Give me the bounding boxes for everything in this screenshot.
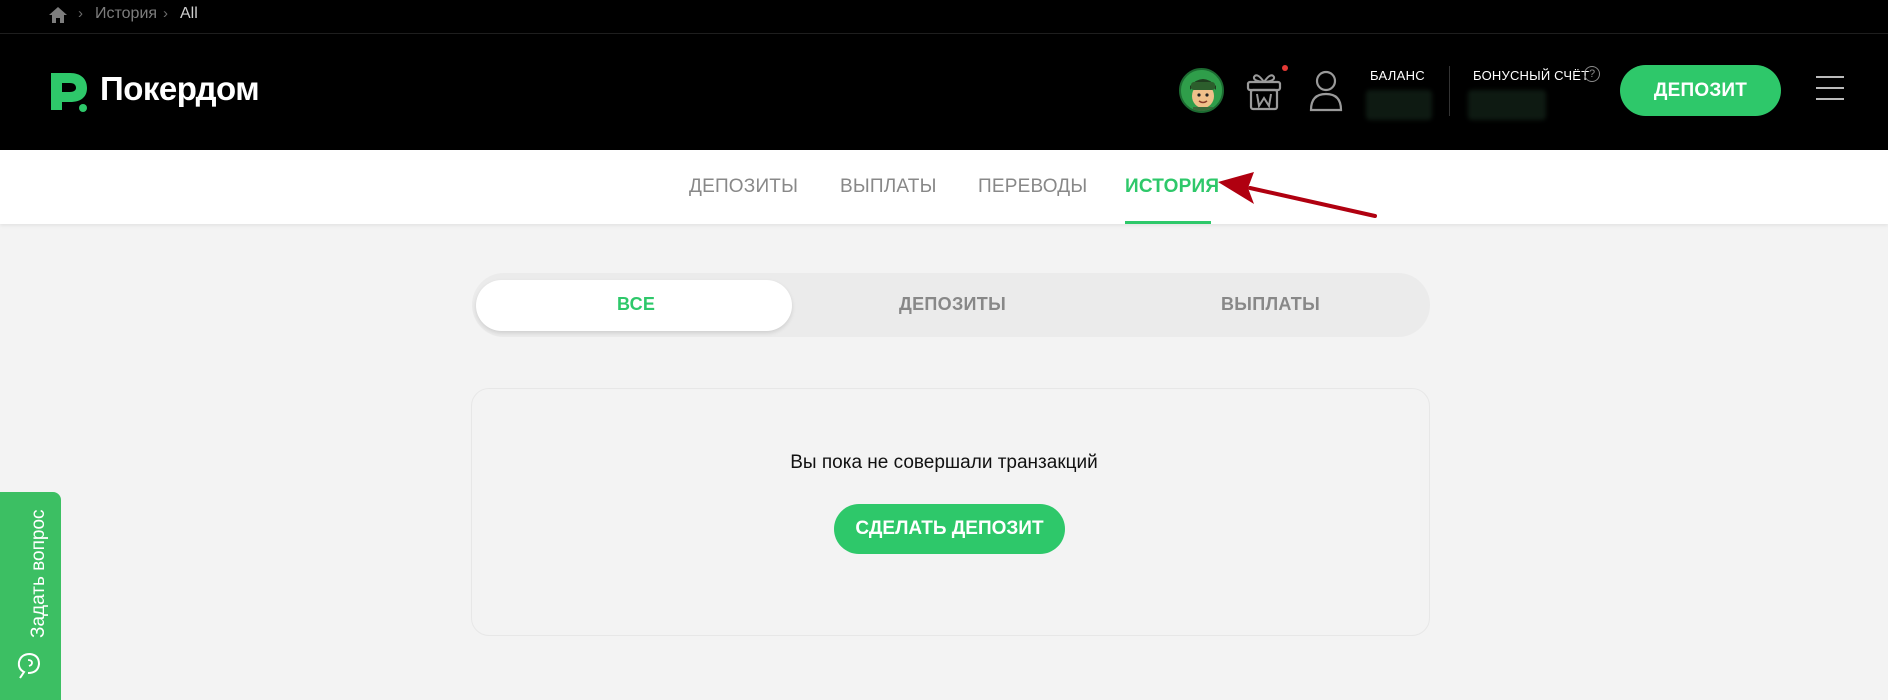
notification-dot	[1282, 65, 1288, 71]
tab-transfers[interactable]: ПЕРЕВОДЫ	[978, 176, 1087, 198]
ask-question-tab[interactable]: Задать вопрос	[0, 492, 61, 700]
tab-deposits[interactable]: ДЕПОЗИТЫ	[689, 176, 798, 198]
breadcrumb-item-history[interactable]: История	[95, 5, 157, 23]
filter-withdrawals[interactable]: ВЫПЛАТЫ	[1221, 294, 1320, 315]
divider	[1449, 66, 1450, 116]
filter-deposits[interactable]: ДЕПОЗИТЫ	[899, 294, 1006, 315]
breadcrumb-separator: ›	[78, 5, 83, 22]
filter-all[interactable]: ВСЕ	[617, 294, 655, 315]
make-deposit-button[interactable]: СДЕЛАТЬ ДЕПОЗИТ	[834, 504, 1065, 554]
breadcrumb: › История › All	[0, 0, 1888, 34]
bonus-value-hidden	[1468, 90, 1546, 120]
pokerdom-logo-icon[interactable]	[48, 70, 90, 114]
empty-state-message: Вы пока не совершали транзакций	[790, 452, 1098, 473]
active-tab-indicator	[1125, 221, 1211, 224]
logo-text[interactable]: Покердом	[100, 70, 260, 108]
cashier-tabs: ДЕПОЗИТЫ ВЫПЛАТЫ ПЕРЕВОДЫ ИСТОРИЯ	[0, 150, 1888, 224]
tab-history[interactable]: ИСТОРИЯ	[1125, 176, 1219, 198]
avatar[interactable]	[1179, 68, 1224, 113]
tab-withdrawals[interactable]: ВЫПЛАТЫ	[840, 176, 937, 198]
breadcrumb-item-current: All	[180, 5, 198, 22]
ask-question-label: Задать вопрос	[28, 509, 49, 638]
avatar-character-icon	[1181, 70, 1222, 111]
chat-bubble-icon	[17, 652, 41, 679]
breadcrumb-separator: ›	[163, 5, 168, 22]
help-icon[interactable]: ?	[1584, 66, 1600, 82]
gift-icon[interactable]	[1245, 68, 1283, 112]
deposit-button[interactable]: ДЕПОЗИТ	[1620, 65, 1781, 116]
home-icon[interactable]	[48, 6, 68, 24]
user-profile-icon[interactable]	[1308, 68, 1344, 112]
bonus-account-label: БОНУСНЫЙ СЧЁТ	[1473, 68, 1590, 83]
balance-label: БАЛАНС	[1370, 68, 1425, 83]
site-header: Покердом БАЛАНС БОНУСНЫЙ СЧЁТ ? ДЕПОЗИТ	[0, 34, 1888, 150]
hamburger-menu-icon[interactable]	[1816, 76, 1844, 104]
annotation-arrow-icon	[1218, 172, 1377, 218]
balance-value-hidden	[1366, 90, 1432, 120]
